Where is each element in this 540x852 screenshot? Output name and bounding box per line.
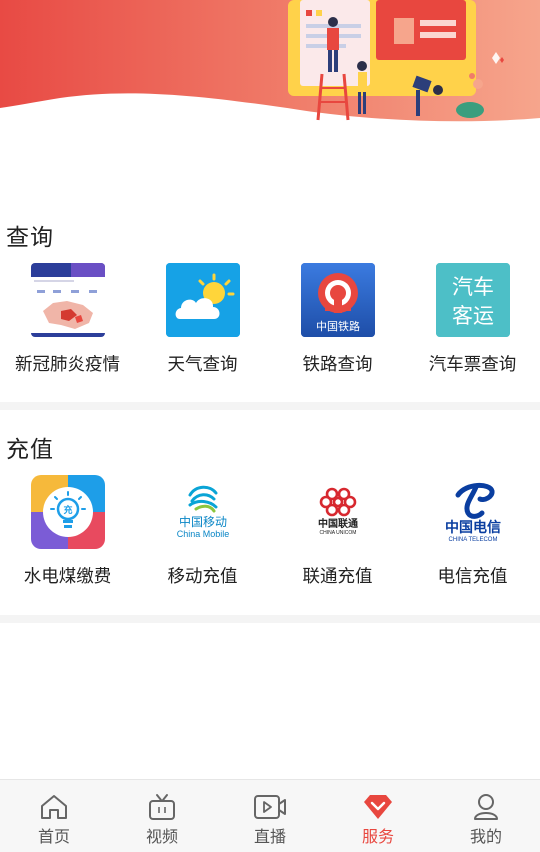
service-railway[interactable]: 中国铁路 铁路查询 — [270, 263, 405, 376]
tab-video[interactable]: 视频 — [108, 780, 216, 852]
query-section: 查询 新冠肺炎疫情 天气查询 中国铁路 铁路查询 汽车 客运 汽车票查询 — [0, 210, 540, 402]
mobile-icon-text-en: China Mobile — [176, 529, 229, 539]
tab-home[interactable]: 首页 — [0, 780, 108, 852]
unicom-icon-text-en: CHINA UNICOM — [319, 530, 356, 536]
tab-live[interactable]: 直播 — [216, 780, 324, 852]
section-title: 充值 — [6, 437, 54, 463]
bus-icon-text-2: 客运 — [452, 304, 494, 328]
tab-label: 我的 — [469, 827, 502, 846]
service-mobile-recharge[interactable]: 中国移动 China Mobile 移动充值 — [135, 475, 270, 588]
service-label: 水电煤缴费 — [23, 567, 112, 587]
mobile-icon-text-cn: 中国移动 — [178, 514, 226, 529]
telecom-icon-text-en: CHINA TELECOM — [448, 537, 497, 543]
tab-profile[interactable]: 我的 — [432, 780, 540, 852]
service-utility-bill[interactable]: 充 水电煤缴费 — [0, 475, 135, 588]
bus-ticket-icon: 汽车 客运 — [435, 263, 510, 337]
utility-icon-text: 充 — [63, 504, 72, 516]
railway-icon: 中国铁路 — [300, 263, 375, 337]
service-label: 天气查询 — [167, 355, 238, 375]
service-unicom-recharge[interactable]: 中国联通 CHINA UNICOM 联通充值 — [270, 475, 405, 588]
utility-bill-icon: 充 — [30, 475, 105, 549]
tab-label: 首页 — [37, 827, 70, 846]
section-divider — [0, 402, 540, 410]
tab-label: 直播 — [253, 827, 286, 846]
hero-banner — [0, 0, 540, 125]
tab-label: 视频 — [145, 827, 178, 846]
service-telecom-recharge[interactable]: 中国电信 CHINA TELECOM 电信充值 — [405, 475, 540, 588]
bus-icon-text-1: 汽车 — [452, 275, 494, 299]
recharge-section: 充值 充 水电煤缴费 中国移动 China Mobile 移动充值 中国联通 C… — [0, 410, 540, 615]
tab-label: 服务 — [361, 827, 394, 846]
section-title: 查询 — [6, 225, 54, 251]
china-telecom-icon: 中国电信 CHINA TELECOM — [435, 475, 510, 549]
unicom-icon-text-cn: 中国联通 — [318, 517, 358, 530]
bottom-tab-bar: 首页 视频 直播 服务 我的 — [0, 779, 540, 852]
live-video-icon — [254, 795, 286, 819]
service-label: 汽车票查询 — [428, 355, 517, 375]
home-icon — [41, 795, 67, 819]
china-unicom-icon: 中国联通 CHINA UNICOM — [300, 475, 375, 549]
service-label: 铁路查询 — [302, 355, 373, 375]
service-label: 联通充值 — [302, 567, 373, 587]
telecom-icon-text-cn: 中国电信 — [445, 519, 501, 536]
heart-diamond-icon — [364, 795, 392, 819]
service-bus-ticket[interactable]: 汽车 客运 汽车票查询 — [405, 263, 540, 376]
service-covid[interactable]: 新冠肺炎疫情 — [0, 263, 135, 376]
service-weather[interactable]: 天气查询 — [135, 263, 270, 376]
service-label: 电信充值 — [437, 567, 508, 587]
covid-map-icon — [30, 263, 105, 337]
section-divider — [0, 615, 540, 623]
weather-icon — [165, 263, 240, 337]
tv-icon — [149, 794, 175, 820]
service-label: 移动充值 — [167, 567, 238, 587]
service-label: 新冠肺炎疫情 — [15, 355, 120, 375]
railway-icon-text: 中国铁路 — [316, 320, 360, 333]
banner-illustration — [0, 0, 540, 122]
tab-service[interactable]: 服务 — [324, 780, 432, 852]
profile-icon — [474, 794, 498, 820]
china-mobile-icon: 中国移动 China Mobile — [165, 475, 240, 549]
